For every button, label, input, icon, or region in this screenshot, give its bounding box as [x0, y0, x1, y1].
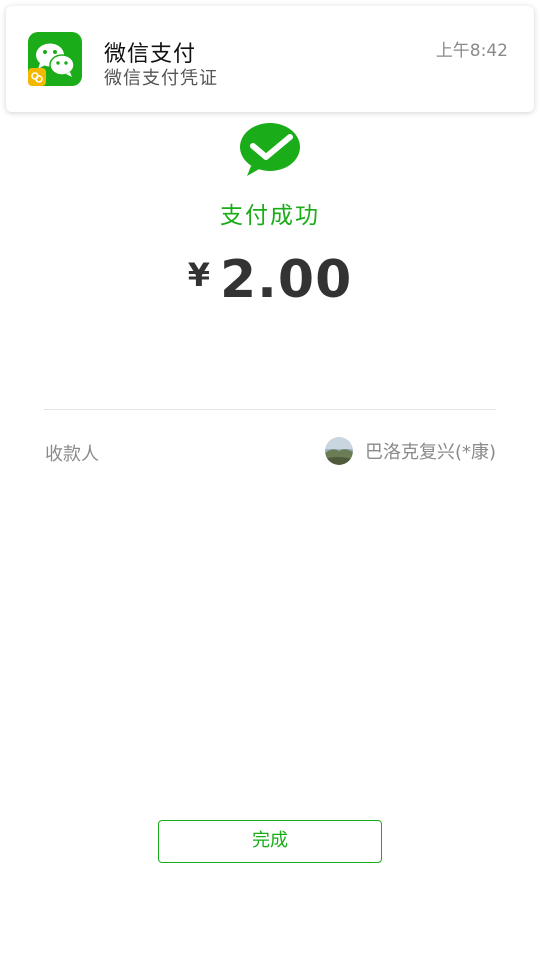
notification-time: 上午8:42 — [435, 41, 508, 61]
payee-label: 收款人 — [45, 444, 99, 465]
currency-symbol: ¥ — [187, 256, 210, 294]
notification-message: 微信支付凭证 — [104, 68, 218, 89]
payee-info: 巴洛克复兴(*康) — [324, 437, 496, 465]
payment-status-text: 支付成功 — [220, 203, 320, 229]
divider — [44, 409, 496, 410]
amount-display: ¥2.00 — [0, 250, 540, 310]
avatar — [324, 437, 353, 465]
notification-banner[interactable]: 微信支付 上午8:42 微信支付凭证 — [6, 6, 534, 112]
payee-name: 巴洛克复兴(*康) — [364, 442, 496, 463]
payment-amount: 2.00 — [219, 250, 353, 310]
wechat-icon — [28, 32, 82, 86]
payment-success-screen: 微信支付 上午8:42 微信支付凭证 支付成功 ¥2.00 收款人 巴洛克复兴(… — [0, 0, 540, 960]
done-button[interactable]: 完成 — [158, 820, 382, 863]
wechat-pay-check-icon — [240, 123, 300, 176]
